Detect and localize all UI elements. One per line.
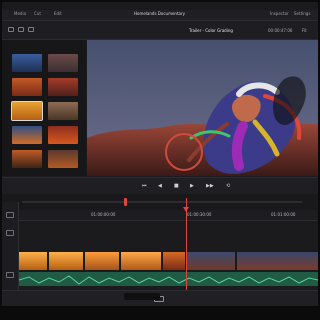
viewer-timecode: 00:00:47:06 bbox=[268, 28, 293, 33]
ruler-timecode: 01:00:00:00 bbox=[91, 212, 116, 217]
stop-icon[interactable]: ■ bbox=[174, 183, 179, 189]
first-frame-icon[interactable]: ⏮ bbox=[142, 183, 147, 189]
bottom-page-bar bbox=[2, 290, 318, 306]
list-view-icon[interactable] bbox=[18, 27, 24, 32]
track-lock-icon[interactable] bbox=[6, 230, 14, 236]
top-menu-bar: Media Cut Edit Homelands Documentary Ins… bbox=[2, 10, 318, 21]
video-clip[interactable] bbox=[19, 252, 47, 270]
video-clip[interactable] bbox=[49, 252, 83, 270]
audio-track[interactable] bbox=[18, 272, 318, 286]
media-thumb[interactable] bbox=[48, 54, 78, 72]
next-frame-icon[interactable]: ▶▶ bbox=[206, 183, 214, 189]
audio-waveform bbox=[18, 275, 318, 285]
media-thumb[interactable] bbox=[48, 78, 78, 96]
video-clip[interactable] bbox=[121, 252, 161, 270]
timeline-ruler[interactable]: 01:00:00:00 01:00:30:00 01:01:00:00 bbox=[19, 210, 318, 221]
timeline-overview[interactable] bbox=[2, 194, 318, 211]
track-audio-icon[interactable] bbox=[6, 272, 14, 278]
track-header-icon[interactable] bbox=[6, 212, 14, 218]
loop-icon[interactable]: ⟲ bbox=[226, 183, 230, 189]
overview-strip bbox=[22, 201, 302, 203]
menu-inspector[interactable]: Inspector bbox=[270, 11, 289, 16]
viewer-zoom[interactable]: Fit bbox=[302, 28, 307, 33]
media-thumb[interactable] bbox=[12, 54, 42, 72]
viewer-header: Trailer - Color Grading 00:00:47:06 Fit bbox=[2, 21, 318, 40]
video-clip[interactable] bbox=[237, 252, 318, 270]
media-pool-icon[interactable] bbox=[8, 27, 14, 32]
dancer-frame bbox=[87, 40, 318, 176]
transport-controls: ⏮ ◀ ■ ▶ ▶▶ ⟲ bbox=[2, 177, 318, 195]
ruler-timecode: 01:00:30:00 bbox=[187, 212, 212, 217]
menu-settings[interactable]: Settings bbox=[294, 11, 310, 16]
grid-view-icon[interactable] bbox=[28, 27, 34, 32]
viewer-monitor[interactable] bbox=[87, 40, 318, 176]
menu-media[interactable]: Media bbox=[14, 11, 26, 16]
video-clip[interactable] bbox=[163, 252, 185, 270]
media-thumb[interactable] bbox=[48, 102, 78, 120]
video-clip[interactable] bbox=[85, 252, 119, 270]
media-thumb[interactable] bbox=[48, 150, 78, 168]
media-pool-panel bbox=[2, 40, 86, 176]
video-track bbox=[19, 252, 318, 270]
home-indicator bbox=[124, 293, 160, 300]
ruler-timecode: 01:01:00:00 bbox=[271, 212, 296, 217]
viewer-title: Trailer - Color Grading bbox=[189, 28, 233, 33]
project-title: Homelands Documentary bbox=[134, 11, 185, 16]
timeline-empty-track bbox=[19, 224, 318, 250]
overview-playhead[interactable] bbox=[124, 198, 127, 206]
play-icon[interactable]: ▶ bbox=[190, 183, 194, 189]
menu-edit[interactable]: Edit bbox=[54, 11, 62, 16]
video-clip[interactable] bbox=[187, 252, 235, 270]
media-thumb[interactable] bbox=[12, 78, 42, 96]
media-thumb[interactable] bbox=[48, 126, 78, 144]
playhead-marker[interactable] bbox=[183, 207, 189, 212]
prev-frame-icon[interactable]: ◀ bbox=[158, 183, 162, 189]
media-thumb[interactable] bbox=[12, 126, 42, 144]
app-screen: Media Cut Edit Homelands Documentary Ins… bbox=[2, 2, 318, 306]
media-thumb-selected[interactable] bbox=[11, 101, 43, 121]
menu-cut[interactable]: Cut bbox=[34, 11, 41, 16]
media-thumb[interactable] bbox=[12, 150, 42, 168]
